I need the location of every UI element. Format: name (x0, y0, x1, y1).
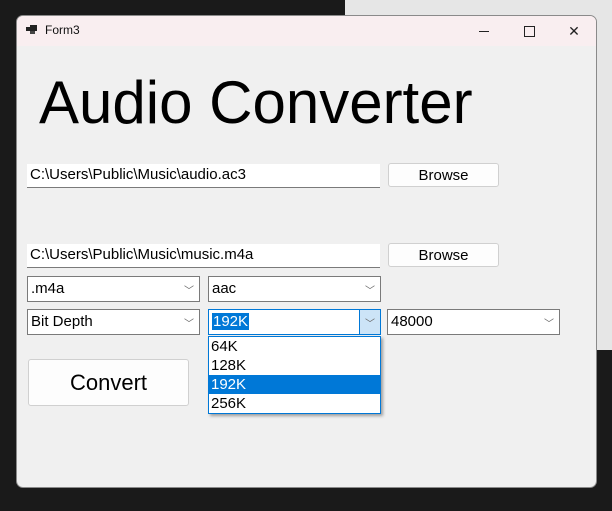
chevron-down-icon[interactable]: ﹀ (360, 277, 380, 301)
app-icon (26, 25, 38, 35)
chevron-down-icon[interactable]: ﹀ (359, 310, 380, 334)
close-button[interactable]: ✕ (552, 16, 596, 46)
minimize-icon (479, 30, 489, 32)
format-combo-value: .m4a (31, 280, 65, 297)
maximize-button[interactable] (507, 16, 551, 46)
app-window: Form3 ✕ Audio Converter C:\Users\Public\… (16, 15, 597, 488)
minimize-button[interactable] (462, 16, 506, 46)
bitrate-combo[interactable]: 192K ﹀ (208, 309, 381, 335)
sample-rate-combo-value: 48000 (391, 313, 433, 330)
chevron-down-icon[interactable]: ﹀ (539, 310, 559, 334)
chevron-down-icon[interactable]: ﹀ (179, 310, 199, 334)
dropdown-option[interactable]: 128K (209, 356, 380, 375)
chevron-down-icon[interactable]: ﹀ (179, 277, 199, 301)
browse-input-button[interactable]: Browse (388, 163, 499, 187)
dropdown-option[interactable]: 64K (209, 337, 380, 356)
dropdown-option[interactable]: 256K (209, 394, 380, 413)
convert-button[interactable]: Convert (28, 359, 189, 406)
codec-combo[interactable]: aac ﹀ (208, 276, 381, 302)
format-combo[interactable]: .m4a ﹀ (27, 276, 200, 302)
title-bar[interactable]: Form3 ✕ (17, 16, 596, 46)
input-file-path-field[interactable]: C:\Users\Public\Music\audio.ac3 (27, 164, 380, 188)
dropdown-option-selected[interactable]: 192K (209, 375, 380, 394)
browse-output-button[interactable]: Browse (388, 243, 499, 267)
maximize-icon (523, 25, 535, 37)
bit-depth-combo[interactable]: Bit Depth ﹀ (27, 309, 200, 335)
bit-depth-combo-value: Bit Depth (31, 313, 93, 330)
output-file-path-field[interactable]: C:\Users\Public\Music\music.m4a (27, 244, 380, 268)
bitrate-combo-value[interactable]: 192K (212, 313, 250, 330)
bitrate-dropdown-list[interactable]: 64K 128K 192K 256K (208, 336, 381, 414)
codec-combo-value: aac (212, 280, 237, 297)
window-title: Form3 (45, 23, 80, 37)
sample-rate-combo[interactable]: 48000 ﹀ (387, 309, 560, 335)
page-title: Audio Converter (39, 69, 473, 136)
close-icon: ✕ (568, 22, 580, 39)
